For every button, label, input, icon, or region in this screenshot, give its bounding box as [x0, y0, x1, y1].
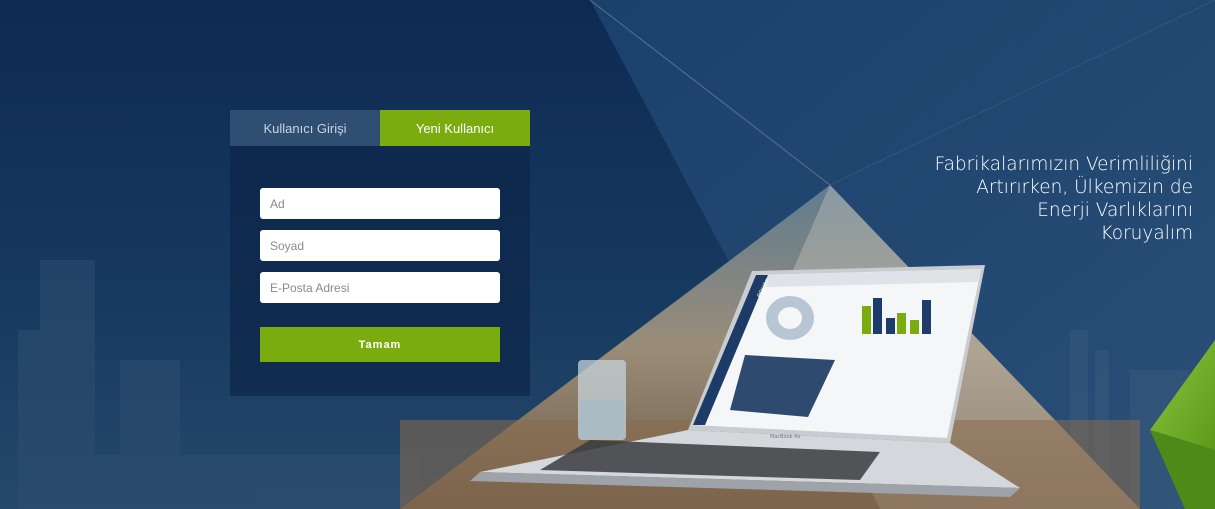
svg-text:MacBook Air: MacBook Air: [770, 434, 802, 440]
slogan-line-4: Koruyalım: [1100, 223, 1193, 244]
email-input[interactable]: [260, 272, 500, 303]
auth-tabs: Kullanıcı Girişi Yeni Kullanıcı: [230, 110, 530, 146]
slogan-text: Fabrikalarımızın Verimliliğini Artırırke…: [863, 153, 1193, 245]
first-name-input[interactable]: [260, 188, 500, 219]
tab-user-login[interactable]: Kullanıcı Girişi: [230, 110, 380, 146]
submit-button[interactable]: Tamam: [260, 327, 500, 362]
last-name-input[interactable]: [260, 230, 500, 261]
tab-new-user[interactable]: Yeni Kullanıcı: [380, 110, 530, 146]
slogan-line-2: Artırırken, Ülkemizin de: [976, 177, 1193, 198]
background-illustration: MacBook Air enver: [0, 0, 1215, 509]
slogan-line-3: Enerji Varlıklarını: [1037, 200, 1193, 221]
slogan-line-1: Fabrikalarımızın Verimliliğini: [934, 154, 1193, 175]
